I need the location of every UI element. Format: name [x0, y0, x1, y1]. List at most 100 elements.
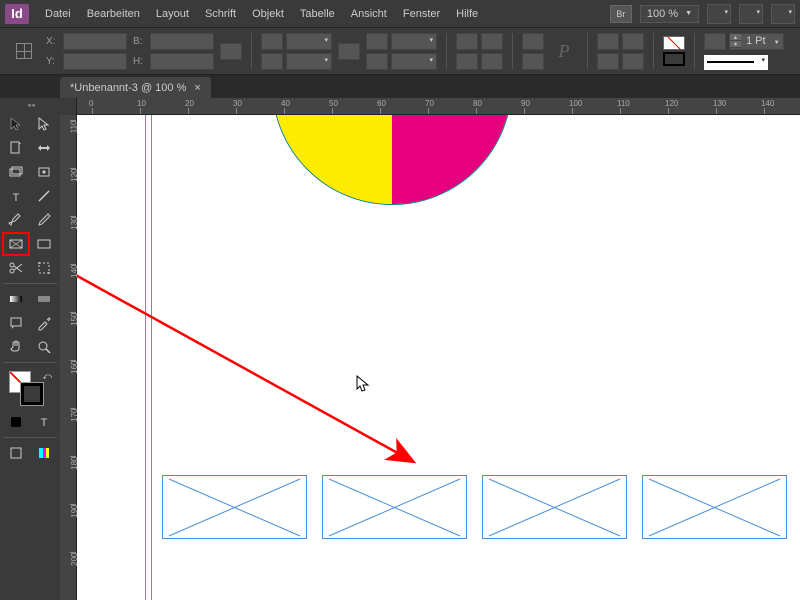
- menu-datei[interactable]: Datei: [37, 4, 79, 24]
- rectangle-frame-tool[interactable]: [3, 233, 29, 255]
- shear-input[interactable]: [391, 53, 437, 70]
- document-tab-bar: *Unbenannt-3 @ 100 % ×: [0, 75, 800, 98]
- rotate-cw-button[interactable]: [481, 33, 503, 50]
- select-content-button[interactable]: [522, 53, 544, 70]
- free-transform-tool[interactable]: [31, 257, 57, 279]
- pen-tool[interactable]: [3, 209, 29, 231]
- stroke-style-dropdown[interactable]: [704, 55, 768, 70]
- placeholder-frame[interactable]: [322, 475, 467, 539]
- rotate-icon: [366, 33, 388, 50]
- flip-h-button[interactable]: [456, 53, 478, 70]
- stroke-weight-icon: [704, 33, 726, 50]
- guide-vertical[interactable]: [145, 115, 146, 600]
- rotate-input[interactable]: [391, 33, 437, 50]
- view-options-button[interactable]: [771, 4, 795, 24]
- align-1[interactable]: [597, 33, 619, 50]
- tools-panel: T ⤺ T: [0, 98, 60, 600]
- type-tool[interactable]: T: [3, 185, 29, 207]
- ruler-origin[interactable]: [60, 98, 77, 115]
- stroke-swatch[interactable]: [663, 52, 685, 66]
- menu-objekt[interactable]: Objekt: [244, 4, 292, 24]
- align-4[interactable]: [622, 53, 644, 70]
- svg-text:T: T: [41, 417, 48, 429]
- hand-tool[interactable]: [3, 336, 29, 358]
- text-format-button[interactable]: T: [31, 411, 57, 433]
- reference-point-proxy[interactable]: [8, 35, 40, 67]
- w-label: B:: [133, 36, 147, 47]
- pie-chart-object[interactable]: [272, 115, 512, 205]
- stroke-color[interactable]: [21, 383, 43, 405]
- content-collector-tool[interactable]: [3, 161, 29, 183]
- selection-tool[interactable]: [3, 113, 29, 135]
- note-tool[interactable]: [3, 312, 29, 334]
- svg-text:T: T: [13, 192, 20, 204]
- flip-v-button[interactable]: [481, 53, 503, 70]
- scissors-tool[interactable]: [3, 257, 29, 279]
- menu-schrift[interactable]: Schrift: [197, 4, 244, 24]
- menu-bar: Id DateiBearbeitenLayoutSchriftObjektTab…: [0, 0, 800, 28]
- h-label: H:: [133, 56, 147, 67]
- rectangle-tool[interactable]: [31, 233, 57, 255]
- w-input[interactable]: [150, 33, 214, 50]
- horizontal-ruler[interactable]: 0102030405060708090100110120130140: [60, 98, 800, 115]
- align-2[interactable]: [622, 33, 644, 50]
- tab-close-button[interactable]: ×: [194, 82, 200, 94]
- menu-layout[interactable]: Layout: [148, 4, 197, 24]
- placeholder-frame[interactable]: [482, 475, 627, 539]
- gap-tool[interactable]: [31, 137, 57, 159]
- document-canvas[interactable]: [77, 115, 800, 600]
- content-placer-tool[interactable]: [31, 161, 57, 183]
- canvas-area: 0102030405060708090100110120130140 11012…: [60, 98, 800, 600]
- menu-tabelle[interactable]: Tabelle: [292, 4, 343, 24]
- screen-mode-button[interactable]: [707, 4, 731, 24]
- bridge-button[interactable]: Br: [610, 5, 632, 23]
- view-mode-preview[interactable]: [31, 442, 57, 464]
- zoom-dropdown[interactable]: 100 %: [640, 5, 699, 23]
- select-container-button[interactable]: [522, 33, 544, 50]
- align-3[interactable]: [597, 53, 619, 70]
- arrange-button[interactable]: [739, 4, 763, 24]
- fill-stroke-swatch[interactable]: [663, 36, 685, 66]
- x-input[interactable]: [63, 33, 127, 50]
- zoom-tool[interactable]: [31, 336, 57, 358]
- menu-bearbeiten[interactable]: Bearbeiten: [79, 4, 148, 24]
- swap-fill-stroke-icon[interactable]: ⤺: [42, 371, 52, 382]
- menu-fenster[interactable]: Fenster: [395, 4, 448, 24]
- scale-x-input[interactable]: [286, 33, 332, 50]
- rotate-ccw-button[interactable]: [456, 33, 478, 50]
- x-label: X:: [46, 36, 60, 47]
- placeholder-frame[interactable]: [162, 475, 307, 539]
- stroke-weight-input[interactable]: ▴▾ 1 Pt: [729, 33, 784, 50]
- pie-slice-magenta: [392, 115, 511, 204]
- eyedropper-tool[interactable]: [31, 312, 57, 334]
- gradient-feather-tool[interactable]: [31, 288, 57, 310]
- menu-hilfe[interactable]: Hilfe: [448, 4, 486, 24]
- pencil-tool[interactable]: [31, 209, 57, 231]
- scale-y-input[interactable]: [286, 53, 332, 70]
- pie-slice-yellow: [273, 115, 392, 204]
- h-input[interactable]: [150, 53, 214, 70]
- menu-ansicht[interactable]: Ansicht: [343, 4, 395, 24]
- constrain-button[interactable]: [220, 43, 242, 60]
- line-tool[interactable]: [31, 185, 57, 207]
- fill-stroke-tool[interactable]: ⤺: [3, 369, 57, 407]
- view-mode-normal[interactable]: [3, 442, 29, 464]
- direct-selection-tool[interactable]: [31, 113, 57, 135]
- constrain-scale-button[interactable]: [338, 43, 360, 60]
- fill-swatch[interactable]: [663, 36, 685, 50]
- placeholder-frame[interactable]: [642, 475, 787, 539]
- shear-icon: [366, 53, 388, 70]
- page-tool[interactable]: [3, 137, 29, 159]
- control-bar: X: Y: B: H: P ▴▾ 1: [0, 28, 800, 75]
- y-label: Y:: [46, 56, 60, 67]
- guide-vertical[interactable]: [151, 115, 152, 600]
- gradient-swatch-tool[interactable]: [3, 288, 29, 310]
- app-logo: Id: [5, 4, 29, 24]
- document-tab[interactable]: *Unbenannt-3 @ 100 % ×: [60, 77, 211, 98]
- apply-color-button[interactable]: [3, 411, 29, 433]
- panel-collapse-handle[interactable]: [3, 102, 57, 110]
- y-input[interactable]: [63, 53, 127, 70]
- vertical-ruler[interactable]: 110120130140150160170180190200: [60, 115, 77, 600]
- tab-title: *Unbenannt-3 @ 100 %: [70, 82, 186, 94]
- paragraph-style-icon[interactable]: P: [550, 37, 578, 65]
